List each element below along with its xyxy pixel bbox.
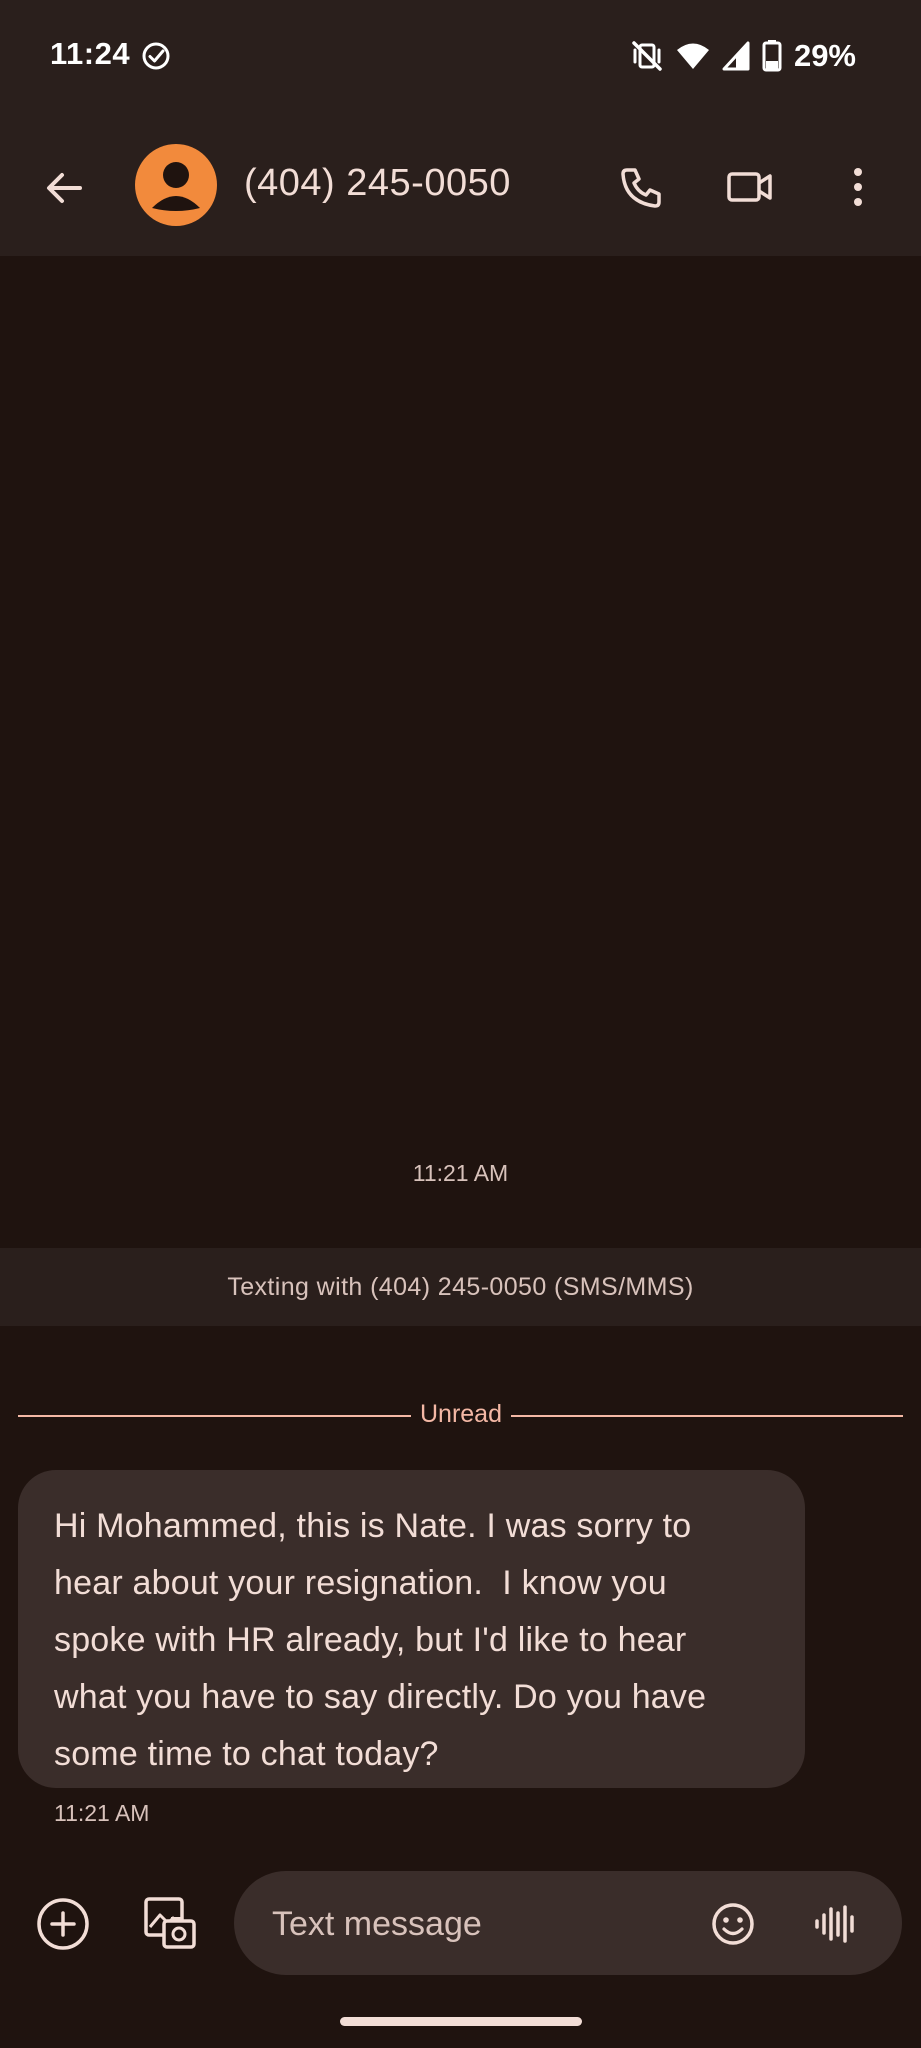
phone-icon[interactable] [617, 162, 667, 212]
message-line: Hi Mohammed, this is Nate. I was sorry t… [54, 1507, 692, 1545]
avatar[interactable] [135, 144, 217, 226]
emoji-icon[interactable] [710, 1901, 756, 1947]
more-vert-icon[interactable] [838, 162, 878, 212]
gallery-icon[interactable] [140, 1893, 200, 1953]
divider-line [18, 1415, 411, 1417]
signal-icon [722, 41, 750, 71]
message-line: spoke with HR already, but I'd like to h… [54, 1621, 687, 1659]
unread-label: Unread [420, 1400, 502, 1428]
incoming-message-bubble[interactable]: Hi Mohammed, this is Nate. I was sorry t… [18, 1470, 805, 1788]
message-composer [234, 1871, 902, 1975]
status-icons: 29% [630, 36, 856, 76]
voice-input-icon[interactable] [812, 1901, 858, 1947]
conversation-app-bar: (404) 245-0050 [0, 112, 921, 256]
conversation-timestamp: 11:21 AM [412, 1160, 509, 1186]
video-call-icon[interactable] [724, 162, 776, 212]
status-bar: 11:24 29% [0, 0, 921, 112]
add-circle-icon[interactable] [34, 1895, 92, 1953]
battery-icon [762, 40, 782, 72]
avatar-person-icon [152, 162, 200, 211]
contact-name[interactable]: (404) 245-0050 [244, 162, 511, 205]
message-line: some time to chat today? [54, 1735, 439, 1773]
message-text: Hi Mohammed, this is Nate. I was sorry t… [54, 1498, 769, 1783]
unread-divider: Unread [18, 1396, 903, 1436]
message-line: hear about your resignation. I know you [54, 1564, 667, 1602]
battery-percent: 29% [793, 38, 856, 73]
gesture-nav-handle[interactable] [340, 2017, 582, 2026]
divider-line [511, 1415, 903, 1417]
vibrate-off-icon [630, 39, 664, 73]
message-line: what you have to say directly. Do you ha… [54, 1678, 707, 1716]
text-message-input[interactable] [270, 1901, 694, 1947]
sms-mode-banner: Texting with (404) 245-0050 (SMS/MMS) [0, 1248, 921, 1326]
status-time: 11:24 [50, 36, 131, 71]
back-arrow-icon[interactable] [40, 164, 88, 212]
wifi-icon [676, 41, 710, 71]
check-circle-icon [140, 40, 172, 72]
message-timestamp: 11:21 AM [54, 1800, 150, 1826]
